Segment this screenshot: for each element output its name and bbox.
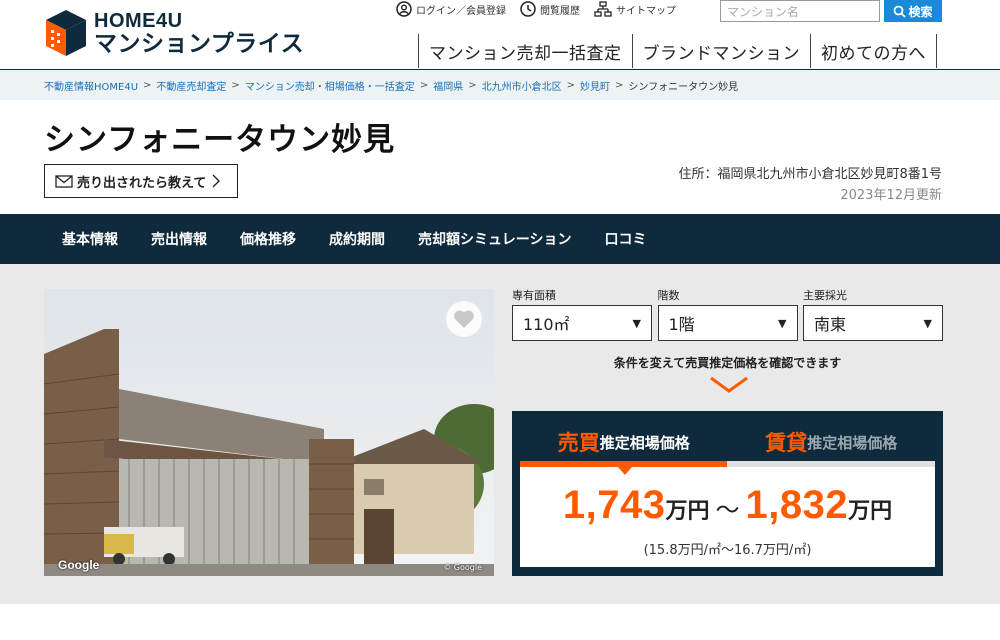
main-content: Google © Google 専有面積 110㎡ ▼ 階数 1階 ▼ 主要採光… — [0, 264, 1000, 604]
tab-reviews[interactable]: 口コミ — [604, 229, 646, 249]
logo-wordmark: HOME4U — [94, 9, 183, 32]
select-value: 1階 — [668, 315, 695, 334]
clock-icon — [520, 1, 536, 17]
filter-lighting: 主要採光 南東 ▼ — [803, 287, 943, 341]
filter-label: 主要採光 — [803, 289, 847, 302]
price-panel: 売買 推定相場価格 賃貸 推定相場価格 1,743万円～ 1,832万円 (15.8万… — [512, 411, 943, 576]
rent-tab-emphasis: 賃貸 — [765, 431, 808, 455]
mail-icon — [55, 174, 73, 188]
condition-hint: 条件を変えて売買推定価格を確認できます — [613, 356, 842, 370]
site-header: HOME4U マンションプライス ログイン／会員登録 閲覧履歴 サイトマップ マ… — [0, 0, 1000, 70]
price-per-sqm: (15.8万円/㎡～16.7万円/㎡) — [643, 543, 812, 558]
chevron-right-icon — [212, 174, 221, 188]
breadcrumb-separator: > — [143, 79, 152, 91]
floor-select[interactable]: 1階 ▼ — [657, 305, 798, 341]
area-select[interactable]: 110㎡ ▼ — [512, 305, 652, 341]
notify-label: 売り出されたら教えて — [77, 175, 207, 191]
price-unit: 万円 — [665, 499, 710, 524]
breadcrumb: 不動産情報HOME4U > 不動産売却査定 > マンション売却・相場価格・一括査定 >… — [0, 70, 1000, 100]
price-low: 1,743 — [562, 483, 666, 527]
google-watermark: Google — [58, 558, 100, 572]
tab-rent-price[interactable]: 賃貸 推定相場価格 — [728, 423, 936, 461]
breadcrumb-link[interactable]: 不動産情報HOME4U — [44, 78, 138, 93]
breadcrumb-link[interactable]: 不動産売却査定 — [156, 78, 226, 93]
login-link[interactable]: ログイン／会員登録 — [396, 1, 506, 17]
select-value: 南東 — [814, 315, 847, 334]
favorite-button[interactable] — [446, 301, 482, 337]
history-link[interactable]: 閲覧履歴 — [520, 1, 580, 17]
rent-tab-label: 推定相場価格 — [807, 433, 898, 452]
filter-area: 専有面積 110㎡ ▼ — [512, 287, 652, 341]
history-label: 閲覧履歴 — [540, 5, 580, 17]
nav-item-first-time[interactable]: 初めての方へ — [810, 34, 937, 68]
logo-subtitle: マンションプライス — [94, 30, 305, 57]
tab-sale-price[interactable]: 売買 推定相場価格 — [520, 423, 728, 461]
dropdown-arrow-icon: ▼ — [778, 316, 787, 330]
sitemap-link[interactable]: サイトマップ — [594, 1, 676, 17]
price-high: 1,832 — [745, 483, 849, 527]
nav-item-brand-mansion[interactable]: ブランドマンション — [631, 34, 811, 68]
breadcrumb-current: シンフォニータウン妙見 — [628, 81, 739, 93]
user-icon — [396, 1, 412, 17]
filter-floor: 階数 1階 ▼ — [657, 287, 798, 341]
active-tab-notch — [618, 467, 632, 475]
breadcrumb-separator: > — [566, 79, 575, 91]
chevron-down-icon — [710, 376, 748, 393]
condition-filters: 専有面積 110㎡ ▼ 階数 1階 ▼ 主要採光 南東 ▼ — [512, 287, 943, 341]
search-icon — [894, 5, 907, 18]
search-button[interactable]: 検索 — [884, 0, 942, 22]
price-tabs: 売買 推定相場価格 賃貸 推定相場価格 — [520, 423, 935, 461]
breadcrumb-separator: > — [614, 79, 624, 91]
breadcrumb-link[interactable]: 妙見町 — [580, 78, 610, 93]
heart-icon — [454, 310, 474, 328]
main-nav: マンション売却一括査定 ブランドマンション 初めての方へ — [418, 34, 937, 68]
property-address: 住所：福岡県北九州市小倉北区妙見町8番1号 — [678, 167, 942, 182]
price-body: 1,743万円～ 1,832万円 (15.8万円/㎡～16.7万円/㎡) — [520, 467, 935, 567]
nav-item-bulk-appraisal[interactable]: マンション売却一括査定 — [418, 34, 632, 68]
sale-tab-label: 推定相場価格 — [599, 433, 690, 452]
breadcrumb-separator: > — [231, 79, 240, 91]
breadcrumb-link[interactable]: 福岡県 — [433, 78, 463, 93]
filter-label: 階数 — [657, 289, 680, 302]
utility-links: ログイン／会員登録 閲覧履歴 サイトマップ — [396, 0, 690, 18]
sale-tab-emphasis: 売買 — [557, 431, 600, 455]
price-range: 1,743万円～ 1,832万円 — [520, 483, 935, 528]
dropdown-arrow-icon: ▼ — [923, 316, 932, 330]
price-tilde: ～ — [715, 496, 740, 524]
breadcrumb-separator: > — [468, 79, 477, 91]
lighting-select[interactable]: 南東 ▼ — [803, 305, 943, 341]
street-view-image — [44, 289, 494, 576]
sitemap-icon — [594, 1, 612, 17]
breadcrumb-link[interactable]: 北九州市小倉北区 — [482, 78, 562, 93]
page-title: シンフォニータウン妙見 — [44, 122, 396, 158]
sitemap-label: サイトマップ — [616, 5, 676, 17]
logo-cube-icon — [46, 10, 86, 56]
search-bar: マンション名 検索 — [720, 0, 942, 22]
property-photo: Google © Google — [44, 289, 494, 576]
login-label: ログイン／会員登録 — [416, 5, 506, 17]
filter-label: 専有面積 — [512, 289, 556, 302]
last-updated: 2023年12月更新 — [840, 188, 942, 203]
select-value: 110㎡ — [523, 315, 570, 334]
dropdown-arrow-icon: ▼ — [632, 316, 641, 330]
tab-basic-info[interactable]: 基本情報 — [62, 229, 118, 249]
search-input[interactable]: マンション名 — [720, 0, 880, 22]
tab-price-trend[interactable]: 価格推移 — [240, 229, 296, 249]
breadcrumb-link[interactable]: マンション売却・相場価格・一括査定 — [245, 78, 415, 93]
notify-when-listed-button[interactable]: 売り出されたら教えて — [44, 164, 238, 198]
search-button-label: 検索 — [908, 4, 933, 19]
section-tabs: 基本情報 売出情報 価格推移 成約期間 売却額シミュレーション 口コミ — [0, 214, 1000, 264]
google-copyright: © Google — [443, 563, 482, 572]
tab-listings[interactable]: 売出情報 — [151, 229, 207, 249]
breadcrumb-separator: > — [419, 79, 429, 91]
tab-sale-simulation[interactable]: 売却額シミュレーション — [418, 229, 571, 249]
site-logo[interactable]: HOME4U マンションプライス — [44, 8, 304, 58]
price-unit: 万円 — [848, 499, 893, 524]
tab-contract-period[interactable]: 成約期間 — [329, 229, 385, 249]
